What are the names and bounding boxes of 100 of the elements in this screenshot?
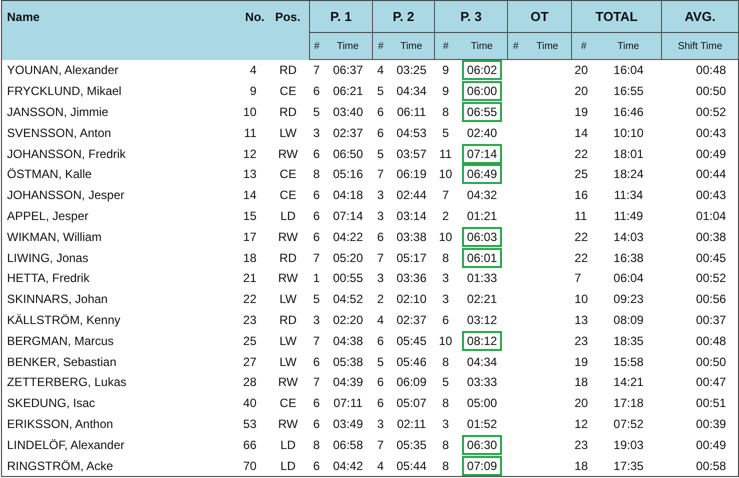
table-cell-text: 06:50 bbox=[332, 146, 364, 163]
table-cell-text: 7 bbox=[312, 250, 321, 267]
table-cell-text: 21 bbox=[242, 270, 258, 288]
column-header: TOTAL bbox=[572, 0, 662, 32]
column-header: P. 2 bbox=[372, 0, 435, 32]
table-cell-text: 6 bbox=[376, 124, 385, 142]
table-cell-text: 8 bbox=[441, 354, 450, 371]
table-cell-text: 06:58 bbox=[332, 436, 364, 454]
table-cell-text: 15 bbox=[242, 208, 258, 225]
table-cell-text: 02:10 bbox=[396, 291, 428, 308]
table-cell: 00:45 bbox=[662, 247, 739, 268]
table-cell-text: 28 bbox=[242, 374, 258, 392]
table-cell: 18 bbox=[572, 455, 596, 476]
table-cell-text: 8 bbox=[441, 395, 450, 412]
table-cell-text: 18:01 bbox=[612, 146, 645, 163]
table-cell-text: RW bbox=[277, 416, 299, 433]
table-cell-text: 3 bbox=[441, 270, 450, 288]
table-cell-text: 02:44 bbox=[396, 187, 428, 204]
table-cell: LIWING, Jonas bbox=[2, 247, 242, 268]
table-cell-text: 03:36 bbox=[396, 270, 428, 288]
table-cell-text: 03:38 bbox=[396, 228, 428, 246]
table-cell-text: 07:11 bbox=[332, 395, 364, 412]
table-cell-text: 6 bbox=[312, 146, 321, 163]
table-cell-text: 01:33 bbox=[466, 270, 498, 288]
table-cell-text: 02:20 bbox=[332, 312, 364, 329]
column-header: OT bbox=[508, 0, 572, 32]
table-cell: 00:49 bbox=[662, 143, 739, 164]
table-cell-text: CE bbox=[278, 187, 298, 204]
column-header: Pos. bbox=[266, 0, 310, 60]
table-cell-text: 11 bbox=[438, 146, 453, 163]
table-cell: 05:44 bbox=[388, 455, 435, 476]
table-cell-text: 23 bbox=[574, 436, 589, 454]
table-cell: 00:48 bbox=[662, 60, 739, 81]
table-cell-text: 05:35 bbox=[396, 436, 428, 454]
table-cell-text: 04:22 bbox=[332, 228, 364, 246]
table-cell: BENKER, Sebastian bbox=[2, 351, 242, 372]
table-cell: FRYCKLUND, Mikael bbox=[2, 80, 242, 102]
table-cell-text: 19:03 bbox=[612, 436, 645, 454]
table-cell: LINDELÖF, Alexander bbox=[2, 434, 242, 456]
table-cell-text: RD bbox=[278, 250, 298, 267]
table-cell: JOHANSSON, Jesper bbox=[2, 184, 242, 206]
table-cell-text: 04:53 bbox=[396, 124, 428, 142]
table-cell-text: 6 bbox=[312, 416, 321, 433]
table-cell-text: 02:37 bbox=[396, 312, 428, 329]
table-cell-text: 05:38 bbox=[332, 354, 364, 371]
table-cell-text: 6 bbox=[376, 104, 385, 121]
table-cell-text: 13 bbox=[242, 166, 258, 184]
table-cell-text: 5 bbox=[376, 354, 385, 371]
table-cell: 17:35 bbox=[596, 455, 662, 476]
table-cell-text: 03:14 bbox=[396, 208, 428, 225]
table-cell-text: 13 bbox=[574, 312, 589, 329]
table-cell-text: 6 bbox=[441, 312, 450, 329]
column-subheader: # bbox=[310, 32, 324, 60]
table-cell-text: 11 bbox=[243, 124, 258, 142]
table-cell-text: 05:46 bbox=[396, 354, 428, 371]
table-cell-text: 04:18 bbox=[332, 187, 364, 204]
table-cell: 00:51 bbox=[662, 392, 739, 414]
table-cell-text: 04:32 bbox=[466, 187, 498, 204]
table-cell: 00:43 bbox=[662, 184, 739, 206]
table-cell-text: 6 bbox=[376, 374, 385, 392]
table-cell-text: 07:14 bbox=[332, 208, 364, 225]
table-cell-text: 5 bbox=[312, 291, 321, 308]
table-cell-text: 03:12 bbox=[466, 312, 498, 329]
table-cell-text: 03:57 bbox=[396, 146, 428, 163]
table-cell-text: 7 bbox=[376, 166, 385, 184]
table-cell: SKEDUNG, Isac bbox=[2, 392, 242, 414]
table-cell: ERIKSSON, Anthon bbox=[2, 414, 242, 434]
table-cell-text: 14:21 bbox=[612, 374, 645, 392]
table-cell-text: RW bbox=[277, 374, 299, 392]
table-cell-text: CE bbox=[278, 83, 298, 100]
table-cell-text: 8 bbox=[441, 436, 450, 454]
column-subheader: # bbox=[434, 32, 457, 60]
table-cell-text: 04:34 bbox=[466, 354, 498, 371]
table-cell: JANSSON, Jimmie bbox=[2, 102, 242, 122]
column-subheader: # bbox=[372, 32, 389, 60]
column-header: AVG. bbox=[662, 0, 739, 32]
column-subheader: Time bbox=[456, 32, 508, 60]
table-cell-text: 04:38 bbox=[332, 332, 364, 350]
table-cell-text: 5 bbox=[376, 146, 385, 163]
highlighted-time: 07:14 bbox=[462, 144, 502, 164]
table-cell: ZETTERBERG, Lukas bbox=[2, 372, 242, 393]
table-cell-text: 8 bbox=[312, 166, 321, 184]
table-cell: 00:52 bbox=[662, 102, 739, 122]
table-cell-text: 02:40 bbox=[466, 124, 498, 142]
table-cell: 00:52 bbox=[662, 268, 739, 289]
table-cell: 6 bbox=[310, 455, 324, 476]
table-cell: 00:47 bbox=[662, 372, 739, 393]
table-cell: 00:44 bbox=[662, 164, 739, 185]
highlighted-time: 07:09 bbox=[462, 456, 502, 476]
table-cell-text: 22 bbox=[574, 250, 589, 267]
table-cell-text: 06:19 bbox=[396, 166, 428, 184]
table-cell-text: 01:52 bbox=[466, 416, 498, 433]
highlighted-time: 06:49 bbox=[462, 164, 502, 184]
table-cell-text: 3 bbox=[376, 187, 385, 204]
column-header: P. 1 bbox=[310, 0, 373, 32]
column-subheader: Time bbox=[388, 32, 435, 60]
table-cell: ÖSTMAN, Kalle bbox=[2, 164, 242, 185]
table-cell-text: 6 bbox=[312, 354, 321, 371]
table-cell-text: 17 bbox=[242, 228, 258, 246]
table-cell-text: 3 bbox=[312, 312, 321, 329]
